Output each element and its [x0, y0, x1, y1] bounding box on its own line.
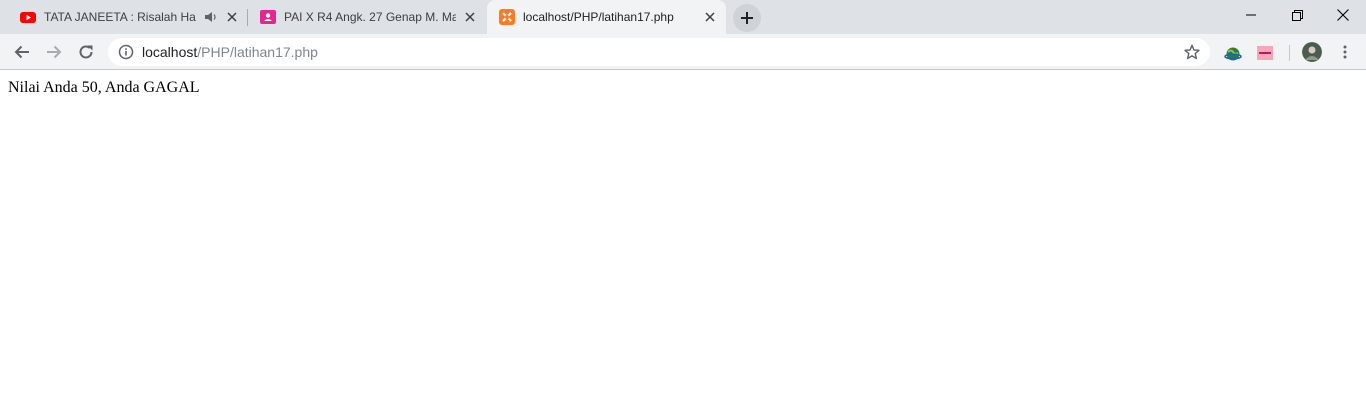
close-icon	[1337, 9, 1349, 21]
browser-toolbar: localhost/PHP/latihan17.php	[0, 34, 1366, 70]
restore-button[interactable]	[1274, 0, 1320, 30]
toolbar-separator	[1289, 45, 1290, 61]
url-host: localhost	[142, 44, 198, 60]
url-text[interactable]: localhost/PHP/latihan17.php	[142, 44, 318, 60]
tab-classroom[interactable]: PAI X R4 Angk. 27 Genap M. Mas	[248, 0, 487, 34]
youtube-icon	[20, 12, 36, 23]
tab-youtube[interactable]: TATA JANEETA : Risalah Hati -	[8, 0, 248, 34]
close-window-button[interactable]	[1320, 0, 1366, 30]
back-arrow-icon	[14, 45, 29, 59]
menu-button[interactable]	[1334, 41, 1356, 63]
info-icon[interactable]	[118, 44, 134, 60]
bookmark-star-icon[interactable]	[1184, 44, 1200, 60]
pink-extension-icon[interactable]	[1256, 44, 1274, 62]
profile-avatar[interactable]	[1302, 42, 1322, 62]
page-content: Nilai Anda 50, Anda GAGAL	[0, 71, 1366, 411]
globe-extension-icon[interactable]	[1224, 44, 1242, 62]
result-message: Nilai Anda 50, Anda GAGAL	[8, 79, 200, 96]
url-path: /PHP/latihan17.php	[197, 44, 318, 60]
tab-title: PAI X R4 Angk. 27 Genap M. Mas	[284, 10, 456, 24]
kebab-menu-icon	[1343, 45, 1347, 59]
reload-icon	[79, 45, 93, 59]
minimize-button[interactable]	[1228, 0, 1274, 30]
close-tab-icon[interactable]	[462, 9, 478, 25]
forward-arrow-icon	[47, 45, 62, 59]
new-tab-button[interactable]	[733, 4, 761, 32]
reload-button[interactable]	[72, 38, 100, 66]
tab-title: TATA JANEETA : Risalah Hati -	[44, 10, 196, 24]
xampp-icon	[499, 9, 515, 25]
avatar-icon	[1302, 42, 1322, 62]
tab-title: localhost/PHP/latihan17.php	[523, 10, 674, 24]
classroom-icon	[260, 10, 276, 24]
close-tab-icon[interactable]	[224, 9, 240, 25]
close-tab-icon[interactable]	[702, 9, 718, 25]
address-bar[interactable]: localhost/PHP/latihan17.php	[108, 38, 1210, 66]
tab-strip: TATA JANEETA : Risalah Hati - PAI X R4 A…	[0, 0, 1366, 34]
tab-localhost[interactable]: localhost/PHP/latihan17.php	[487, 0, 726, 34]
restore-icon	[1291, 9, 1303, 21]
speaker-icon[interactable]	[204, 9, 218, 25]
back-button[interactable]	[8, 38, 36, 66]
minimize-icon	[1246, 14, 1256, 16]
forward-button[interactable]	[40, 38, 68, 66]
plus-icon	[741, 12, 753, 24]
